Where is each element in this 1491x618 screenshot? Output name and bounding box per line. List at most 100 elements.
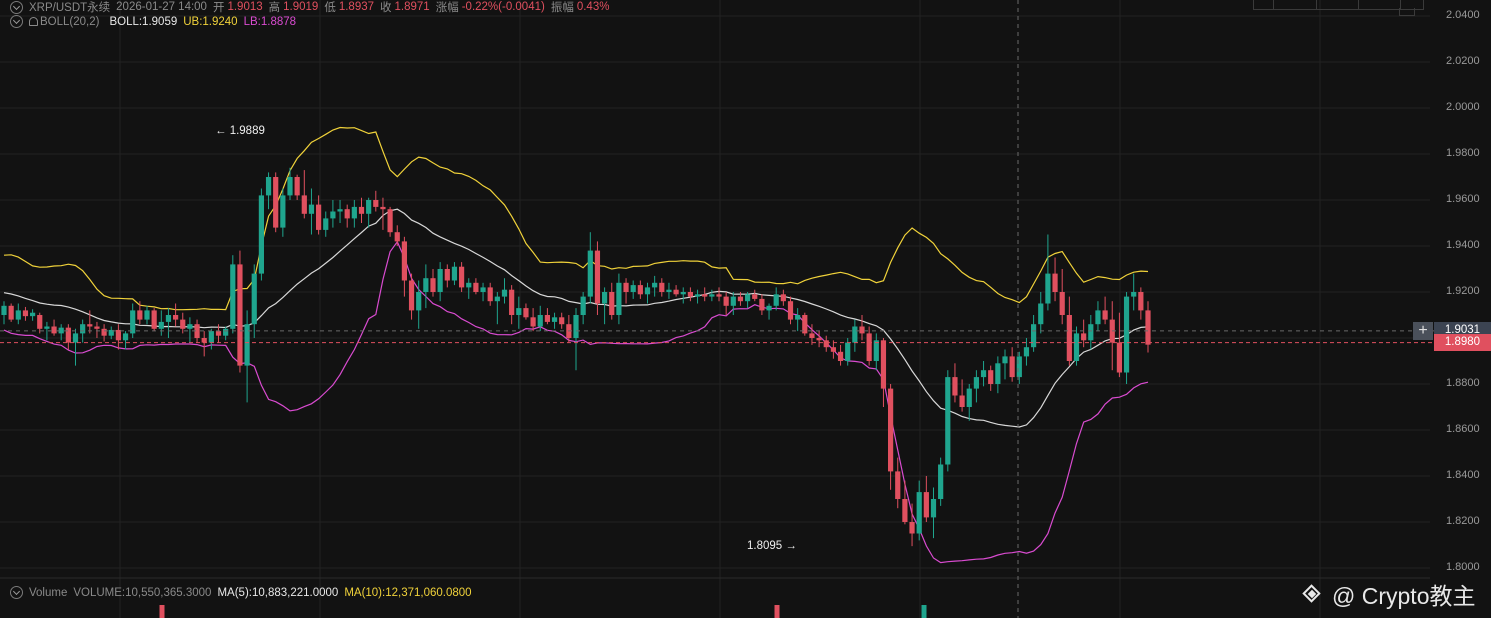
high-value: 1.9019	[283, 1, 319, 13]
candle-body	[94, 326, 100, 329]
candle-body	[337, 209, 343, 212]
eye-icon[interactable]	[10, 586, 23, 599]
volume-bar	[159, 605, 165, 618]
candle-body	[1, 305, 7, 315]
candle-body	[880, 340, 887, 389]
bell-icon[interactable]	[29, 17, 38, 26]
candle-body	[866, 333, 872, 361]
volume-ma5: MA(5):10,883,221.0000	[217, 586, 339, 599]
candle-body	[837, 351, 844, 361]
candle-body	[394, 232, 400, 242]
candle-body	[737, 296, 744, 302]
candle-body	[144, 310, 150, 320]
eye-icon[interactable]	[10, 0, 23, 14]
candle-body	[344, 209, 350, 219]
candle-body	[873, 340, 879, 361]
candle-body	[523, 308, 529, 318]
candle-body	[273, 177, 279, 228]
candle-body	[1045, 273, 1051, 304]
candle-body	[616, 282, 622, 315]
candle-body	[945, 377, 951, 465]
candle-body	[151, 310, 157, 329]
boll-upper-band	[3, 126, 1149, 311]
candle-body	[122, 333, 129, 341]
candle-body	[659, 282, 665, 292]
binance-logo-icon	[1302, 584, 1322, 604]
candle-body	[22, 310, 29, 317]
candle-body	[72, 333, 79, 343]
candle-body	[587, 250, 593, 297]
candle-body	[780, 294, 786, 302]
candle-body	[666, 289, 672, 292]
low-value: 1.8937	[338, 1, 375, 13]
low-annotation: 1.8095 →	[747, 540, 797, 552]
candle-body	[15, 310, 21, 320]
boll-mid: BOLL:1.9059	[109, 15, 178, 28]
candle-body	[501, 289, 508, 297]
ohlc-legend: XRP/USDT永续 2026-01-27 14:00 开 1.9013 高 1.9…	[10, 0, 615, 15]
y-tick-label: 1.9400	[1446, 239, 1480, 251]
candle-body	[816, 338, 822, 341]
candle-body	[380, 206, 386, 210]
volume-bar	[774, 605, 780, 618]
candle-body	[466, 282, 472, 288]
candle-body	[444, 269, 450, 281]
candle-body	[973, 377, 979, 389]
candle-body	[301, 195, 307, 214]
scale-toggle[interactable]	[1399, 8, 1415, 16]
candle-body	[752, 294, 758, 299]
candle-body	[265, 177, 272, 196]
candle-body	[487, 287, 493, 302]
candle-body	[694, 294, 701, 297]
y-tick-label: 1.8600	[1446, 423, 1480, 435]
candle-body	[888, 388, 894, 472]
candle-body	[1145, 310, 1151, 345]
change-label: 涨幅	[435, 2, 459, 14]
change-value: -0.22%(-0.0041)	[461, 1, 545, 13]
candle-body	[938, 464, 944, 499]
candle-body	[644, 287, 651, 295]
low-label: 低	[324, 2, 336, 14]
candle-body	[165, 315, 172, 322]
candle-body	[294, 177, 300, 196]
candle-body	[1073, 333, 1080, 361]
candle-body	[459, 266, 465, 288]
candle-body	[959, 395, 965, 407]
candle-body	[509, 289, 515, 315]
add-alert-button[interactable]: +	[1413, 322, 1433, 340]
candle-body	[1138, 292, 1144, 311]
candle-body	[1102, 310, 1108, 320]
candle-body	[988, 370, 994, 384]
candle-body	[330, 211, 336, 219]
candlestick-chart[interactable]	[0, 0, 1491, 618]
candle-body	[952, 377, 958, 396]
candle-body	[180, 319, 186, 329]
amp-value: 0.43%	[576, 1, 610, 13]
candle-body	[544, 315, 550, 322]
candle-body	[845, 342, 851, 361]
candle-body	[51, 326, 57, 334]
candle-body	[730, 296, 736, 306]
candle-body	[37, 315, 43, 329]
candle-body	[215, 331, 222, 336]
candle-body	[716, 294, 722, 297]
candle-body	[423, 278, 429, 292]
candle-body	[401, 241, 407, 281]
candle-body	[787, 301, 794, 320]
candle-body	[980, 370, 987, 378]
candle-body	[416, 292, 422, 311]
candle-body	[609, 292, 615, 315]
candle-body	[687, 292, 693, 297]
candle-body	[1023, 347, 1030, 357]
candle-body	[408, 280, 415, 311]
candle-body	[287, 177, 293, 196]
eye-icon[interactable]	[10, 15, 23, 28]
candle-body	[759, 298, 765, 311]
candle-body	[480, 287, 486, 292]
candle-body	[251, 273, 257, 325]
candle-body	[1131, 292, 1137, 297]
close-value: 1.8971	[394, 1, 430, 13]
candle-body	[623, 282, 629, 292]
candle-body	[230, 264, 236, 329]
candle-body	[366, 200, 372, 214]
